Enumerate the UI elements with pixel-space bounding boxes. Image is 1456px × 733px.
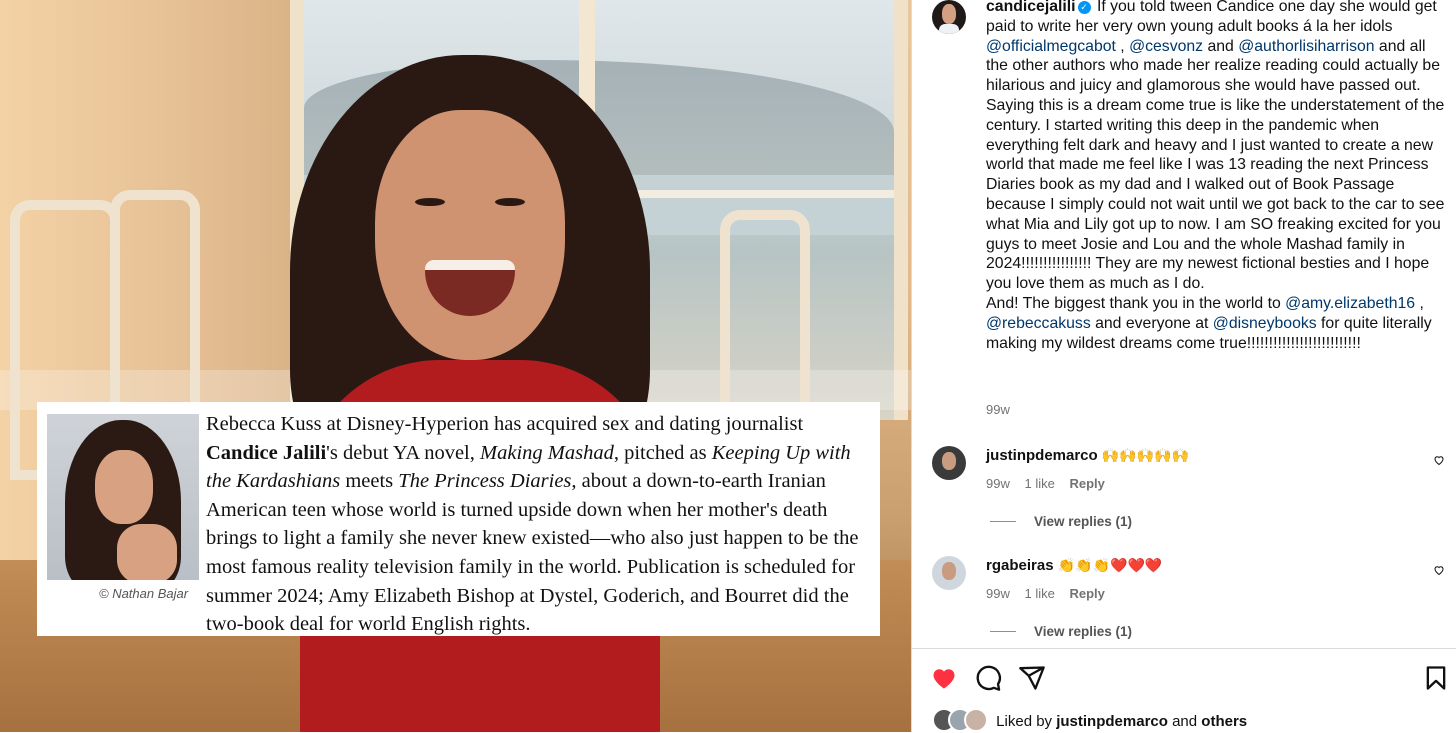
- comment-likes[interactable]: 1 like: [1024, 586, 1054, 601]
- news-clipping: © Nathan Bajar Rebecca Kuss at Disney-Hy…: [37, 402, 880, 636]
- heart-icon[interactable]: [1433, 454, 1445, 466]
- view-replies-button[interactable]: View replies (1): [990, 624, 1132, 639]
- photo-person-face: [375, 110, 565, 360]
- comment-likes[interactable]: 1 like: [1024, 476, 1054, 491]
- bookmark-icon[interactable]: [1422, 664, 1450, 692]
- commenter-username[interactable]: rgabeiras: [986, 557, 1054, 574]
- comment-time[interactable]: 99w: [986, 476, 1010, 491]
- caption-text-2: And! The biggest thank you in the world …: [986, 295, 1432, 352]
- photo-chair: [720, 210, 810, 430]
- reply-button[interactable]: Reply: [1069, 586, 1104, 601]
- heart-icon[interactable]: [1433, 564, 1445, 576]
- liked-by-prefix: Liked by: [996, 713, 1053, 730]
- mention-link[interactable]: @amy.elizabeth16: [1285, 295, 1415, 312]
- liked-by-text: Liked by justinpdemarco and others: [932, 708, 1247, 732]
- caption-text: If you told tween Candice one day she wo…: [986, 0, 1444, 292]
- clipping-italic: Making Mashad: [480, 441, 614, 464]
- mention-link[interactable]: @authorlisiharrison: [1238, 38, 1374, 55]
- verified-icon: ✓: [1077, 1, 1091, 14]
- caption-segment: and all the other authors who made her r…: [986, 37, 1445, 293]
- comment-icon[interactable]: [974, 664, 1002, 692]
- mention-link[interactable]: @rebeccakuss: [986, 315, 1091, 332]
- mention-link[interactable]: @officialmegcabot: [986, 38, 1116, 55]
- liked-by-others[interactable]: others: [1201, 713, 1247, 730]
- caption-segment: and everyone at: [1090, 314, 1213, 332]
- comment-text: 👏👏👏❤️❤️❤️: [1057, 557, 1163, 573]
- clipping-segment: meets: [340, 470, 399, 493]
- reply-button[interactable]: Reply: [1069, 476, 1104, 491]
- post-image[interactable]: © Nathan Bajar Rebecca Kuss at Disney-Hy…: [0, 0, 911, 732]
- clipping-segment: Rebecca Kuss at Disney-Hyperion has acqu…: [206, 413, 804, 435]
- heart-icon[interactable]: [930, 664, 958, 692]
- caption-segment: And! The biggest thank you in the world …: [986, 294, 1286, 312]
- clipping-italic: The Princess Diaries: [398, 470, 572, 493]
- clipping-segment: 's debut YA novel,: [326, 441, 481, 464]
- liker-avatar: [964, 708, 988, 732]
- photo-credit: © Nathan Bajar: [99, 586, 189, 601]
- commenter-avatar[interactable]: [932, 556, 966, 590]
- mention-link[interactable]: @cesvonz: [1129, 38, 1203, 55]
- comment-text: 🙌🙌🙌🙌🙌: [1101, 447, 1190, 463]
- clipping-text: Rebecca Kuss at Disney-Hyperion has acqu…: [206, 410, 876, 639]
- post-timestamp[interactable]: 99w: [986, 402, 1010, 417]
- share-icon[interactable]: [1018, 664, 1046, 692]
- clipping-segment: , pitched as: [613, 441, 712, 464]
- clipping-segment: , about a down-to-earth Iranian American…: [206, 470, 859, 636]
- clipping-headshot: [47, 414, 199, 580]
- liked-by-and: and: [1172, 713, 1198, 730]
- mention-link[interactable]: @disneybooks: [1213, 315, 1317, 332]
- caption-segment: ,: [1115, 37, 1130, 55]
- liked-by-user[interactable]: justinpdemarco: [1056, 713, 1168, 730]
- clipping-bold: Candice Jalili: [206, 441, 327, 464]
- instagram-post-view: © Nathan Bajar Rebecca Kuss at Disney-Hy…: [0, 0, 1456, 732]
- author-username[interactable]: candicejalili: [986, 0, 1076, 15]
- author-avatar[interactable]: [932, 0, 966, 34]
- comment-time[interactable]: 99w: [986, 586, 1010, 601]
- caption-segment: and: [1203, 37, 1239, 55]
- caption-segment: ,: [1415, 294, 1424, 312]
- commenter-username[interactable]: justinpdemarco: [986, 447, 1098, 464]
- view-replies-button[interactable]: View replies (1): [990, 514, 1132, 529]
- commenter-avatar[interactable]: [932, 446, 966, 480]
- post-sidebar: candicejalili ✓ If you told tween Candice…: [911, 0, 1456, 732]
- post-caption: candicejalili ✓ If you told tween Candice…: [986, 0, 1446, 353]
